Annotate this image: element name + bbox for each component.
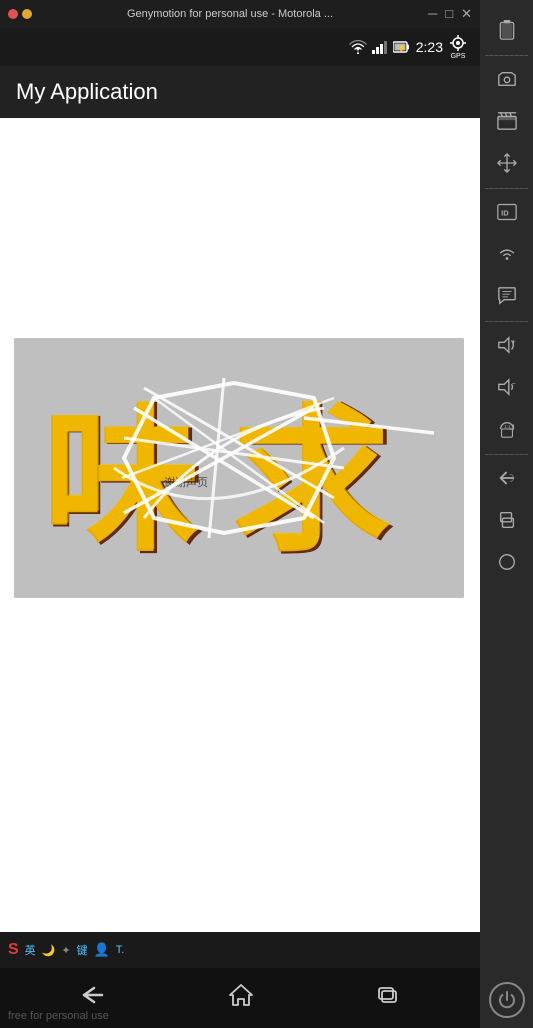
- main-content[interactable]: 味 求 味 求 味 求 谢谢声页: [0, 118, 480, 932]
- svg-text:⚡: ⚡: [397, 43, 407, 53]
- signal-icon: [372, 40, 388, 54]
- chat-sidebar-icon[interactable]: [487, 276, 527, 316]
- id-sidebar-icon[interactable]: ID: [487, 192, 527, 232]
- move-sidebar-icon[interactable]: [487, 143, 527, 183]
- gps-container: GPS: [448, 35, 468, 60]
- app-bar: My Application: [0, 66, 480, 118]
- status-bar: ⚡ 2:23 GPS: [0, 28, 480, 66]
- genymotion-label-area: free for personal use: [8, 1006, 109, 1024]
- svg-text:−: −: [511, 379, 515, 388]
- gps-label: GPS: [451, 53, 466, 60]
- clapperboard-sidebar-icon[interactable]: [487, 101, 527, 141]
- dot-red: [8, 9, 18, 19]
- gps-icon: [448, 35, 468, 53]
- svg-text:+: +: [511, 337, 515, 346]
- chinese-graphic: 味 求 味 求 味 求 谢谢声页: [14, 338, 464, 598]
- ime-bar: S 英 🌙 ✦ 键 👤 T.: [0, 932, 480, 968]
- back-sidebar-icon[interactable]: [487, 458, 527, 498]
- sidebar-divider-3: [485, 321, 527, 322]
- sidebar-divider-2: [485, 188, 527, 189]
- power-sidebar-button[interactable]: [489, 982, 525, 1018]
- svg-text:1:1: 1:1: [504, 424, 511, 429]
- minimize-button[interactable]: ─: [428, 6, 437, 22]
- ime-person: 👤: [94, 942, 110, 958]
- battery-status-icon: ⚡: [393, 40, 411, 54]
- sidebar-divider-4: [485, 454, 527, 455]
- ime-star: ✦: [61, 944, 70, 957]
- ime-english[interactable]: 英: [25, 942, 36, 958]
- maximize-button[interactable]: □: [445, 6, 453, 22]
- volume-down-sidebar-icon[interactable]: −: [487, 367, 527, 407]
- ime-shirt[interactable]: T.: [116, 944, 125, 956]
- recents-nav-button[interactable]: [366, 976, 408, 1020]
- svg-text:ID: ID: [501, 208, 509, 217]
- recents-sidebar-icon[interactable]: [487, 500, 527, 540]
- image-area: 味 求 味 求 味 求 谢谢声页: [14, 338, 464, 598]
- ime-moon: 🌙: [42, 944, 56, 957]
- rotate-sidebar-icon[interactable]: 1:1: [487, 409, 527, 449]
- title-bar-controls: ─ □ ✕: [428, 6, 472, 22]
- title-bar: Genymotion for personal use - Motorola .…: [0, 0, 480, 28]
- status-time: 2:23: [416, 39, 443, 55]
- home-sidebar-icon[interactable]: [487, 542, 527, 582]
- ime-keyboard[interactable]: 键: [77, 942, 88, 958]
- status-icons: ⚡ 2:23 GPS: [349, 35, 468, 60]
- android-device: ⚡ 2:23 GPS My Application: [0, 28, 480, 1028]
- app-title: My Application: [16, 79, 158, 105]
- camera-sidebar-icon[interactable]: [487, 59, 527, 99]
- title-bar-dots: [8, 9, 32, 19]
- home-nav-button[interactable]: [220, 975, 262, 1021]
- ime-s-icon: S: [8, 941, 19, 959]
- title-bar-text: Genymotion for personal use - Motorola .…: [38, 8, 422, 20]
- genymotion-label: free for personal use: [8, 1010, 109, 1022]
- right-sidebar: ID + −: [480, 0, 533, 1028]
- wifi-status-icon: [349, 40, 367, 54]
- battery-sidebar-icon[interactable]: [487, 10, 527, 50]
- sidebar-divider-1: [485, 55, 527, 56]
- close-button[interactable]: ✕: [461, 6, 472, 22]
- dot-yellow: [22, 9, 32, 19]
- volume-up-sidebar-icon[interactable]: +: [487, 325, 527, 365]
- wifi-sidebar-icon[interactable]: [487, 234, 527, 274]
